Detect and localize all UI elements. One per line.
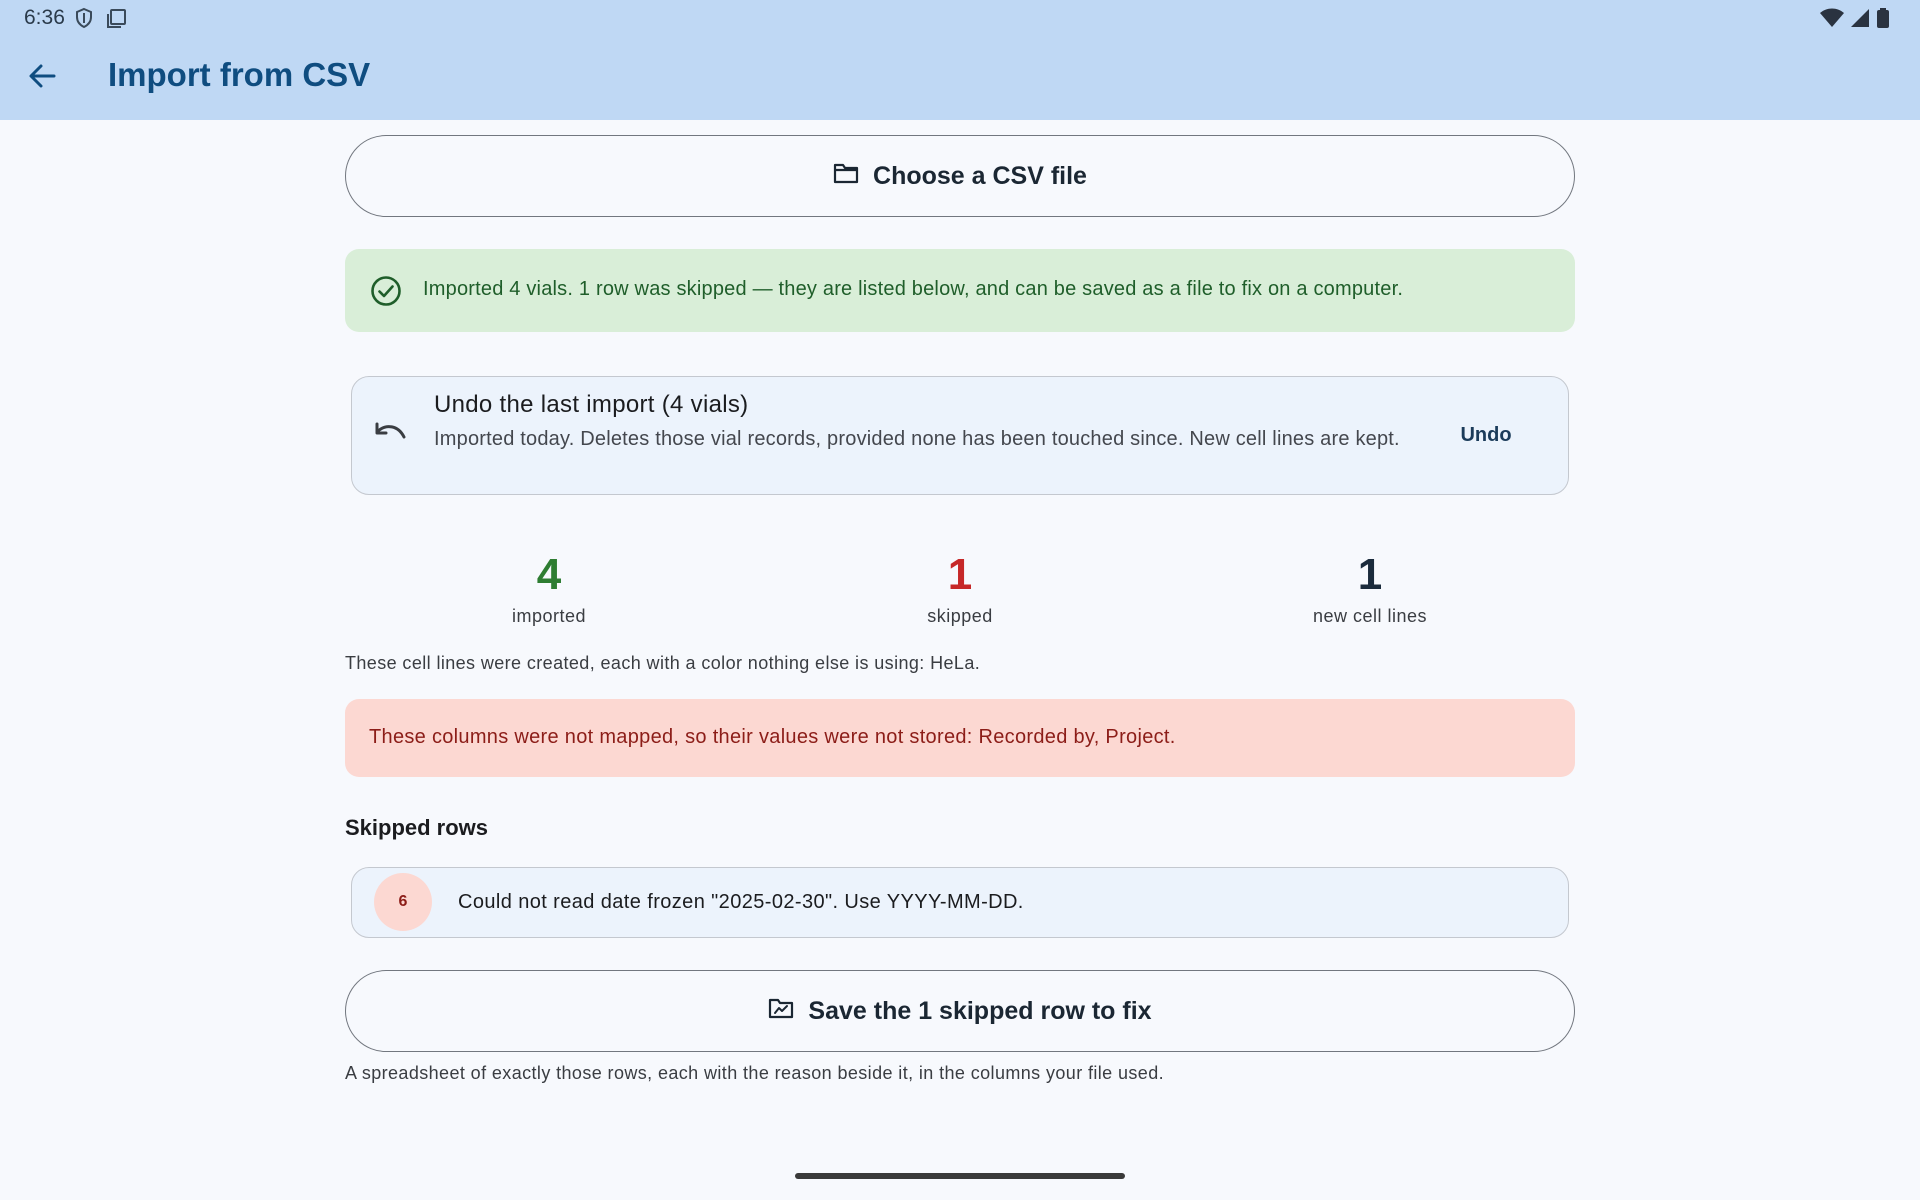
signal-icon (1850, 8, 1870, 33)
success-message: Imported 4 vials. 1 row was skipped — th… (423, 278, 1404, 300)
undo-icon (374, 421, 408, 452)
wifi-icon (1820, 8, 1844, 33)
arrow-back-icon (27, 61, 57, 96)
skip-reason: Could not read date frozen "2025-02-30".… (458, 891, 1024, 913)
stat-skipped-label: skipped (927, 606, 993, 626)
folder-open-icon (768, 997, 794, 1026)
stat-skipped: 1 skipped (810, 550, 1110, 627)
home-indicator[interactable] (795, 1173, 1125, 1179)
save-skipped-button[interactable]: Save the 1 skipped row to fix (345, 970, 1575, 1052)
row-number-badge: 6 (374, 873, 432, 931)
list-item[interactable]: 6 Could not read date frozen "2025-02-30… (351, 867, 1569, 938)
stat-new-cell-lines: 1 new cell lines (1220, 550, 1520, 627)
created-cell-lines-note: These cell lines were created, each with… (345, 653, 981, 673)
back-button[interactable] (22, 58, 62, 98)
unmapped-columns-message: These columns were not mapped, so their … (369, 726, 1176, 748)
stat-new-cell-lines-label: new cell lines (1312, 606, 1428, 626)
stat-imported: 4 imported (399, 550, 699, 627)
stat-new-cell-lines-value: 1 (1357, 550, 1383, 599)
undo-card: Undo the last import (4 vials) Imported … (351, 376, 1569, 495)
stat-skipped-value: 1 (947, 550, 973, 599)
save-skipped-label: Save the 1 skipped row to fix (808, 996, 1152, 1025)
shield-icon (74, 7, 94, 34)
check-circle-icon (370, 275, 402, 312)
battery-icon (1876, 8, 1890, 33)
status-bar: 6:36 (0, 0, 1920, 36)
success-banner: Imported 4 vials. 1 row was skipped — th… (345, 249, 1575, 332)
undo-title: Undo the last import (4 vials) (434, 391, 749, 418)
stat-imported-value: 4 (536, 550, 562, 599)
choose-csv-button[interactable]: Choose a CSV file (345, 135, 1575, 217)
unmapped-columns-banner: These columns were not mapped, so their … (345, 699, 1575, 777)
choose-csv-label: Choose a CSV file (873, 161, 1087, 190)
undo-button[interactable]: Undo (1436, 415, 1536, 455)
save-description: A spreadsheet of exactly those rows, eac… (345, 1063, 1165, 1083)
undo-description: Imported today. Deletes those vial recor… (434, 428, 1400, 450)
skipped-rows-heading: Skipped rows (345, 815, 489, 840)
page-title: Import from CSV (108, 56, 371, 93)
stat-imported-label: imported (511, 606, 587, 626)
app-bar: Import from CSV (0, 36, 1920, 120)
folder-icon (833, 162, 859, 191)
status-time: 6:36 (24, 6, 65, 29)
screenshot-icon (106, 7, 128, 34)
